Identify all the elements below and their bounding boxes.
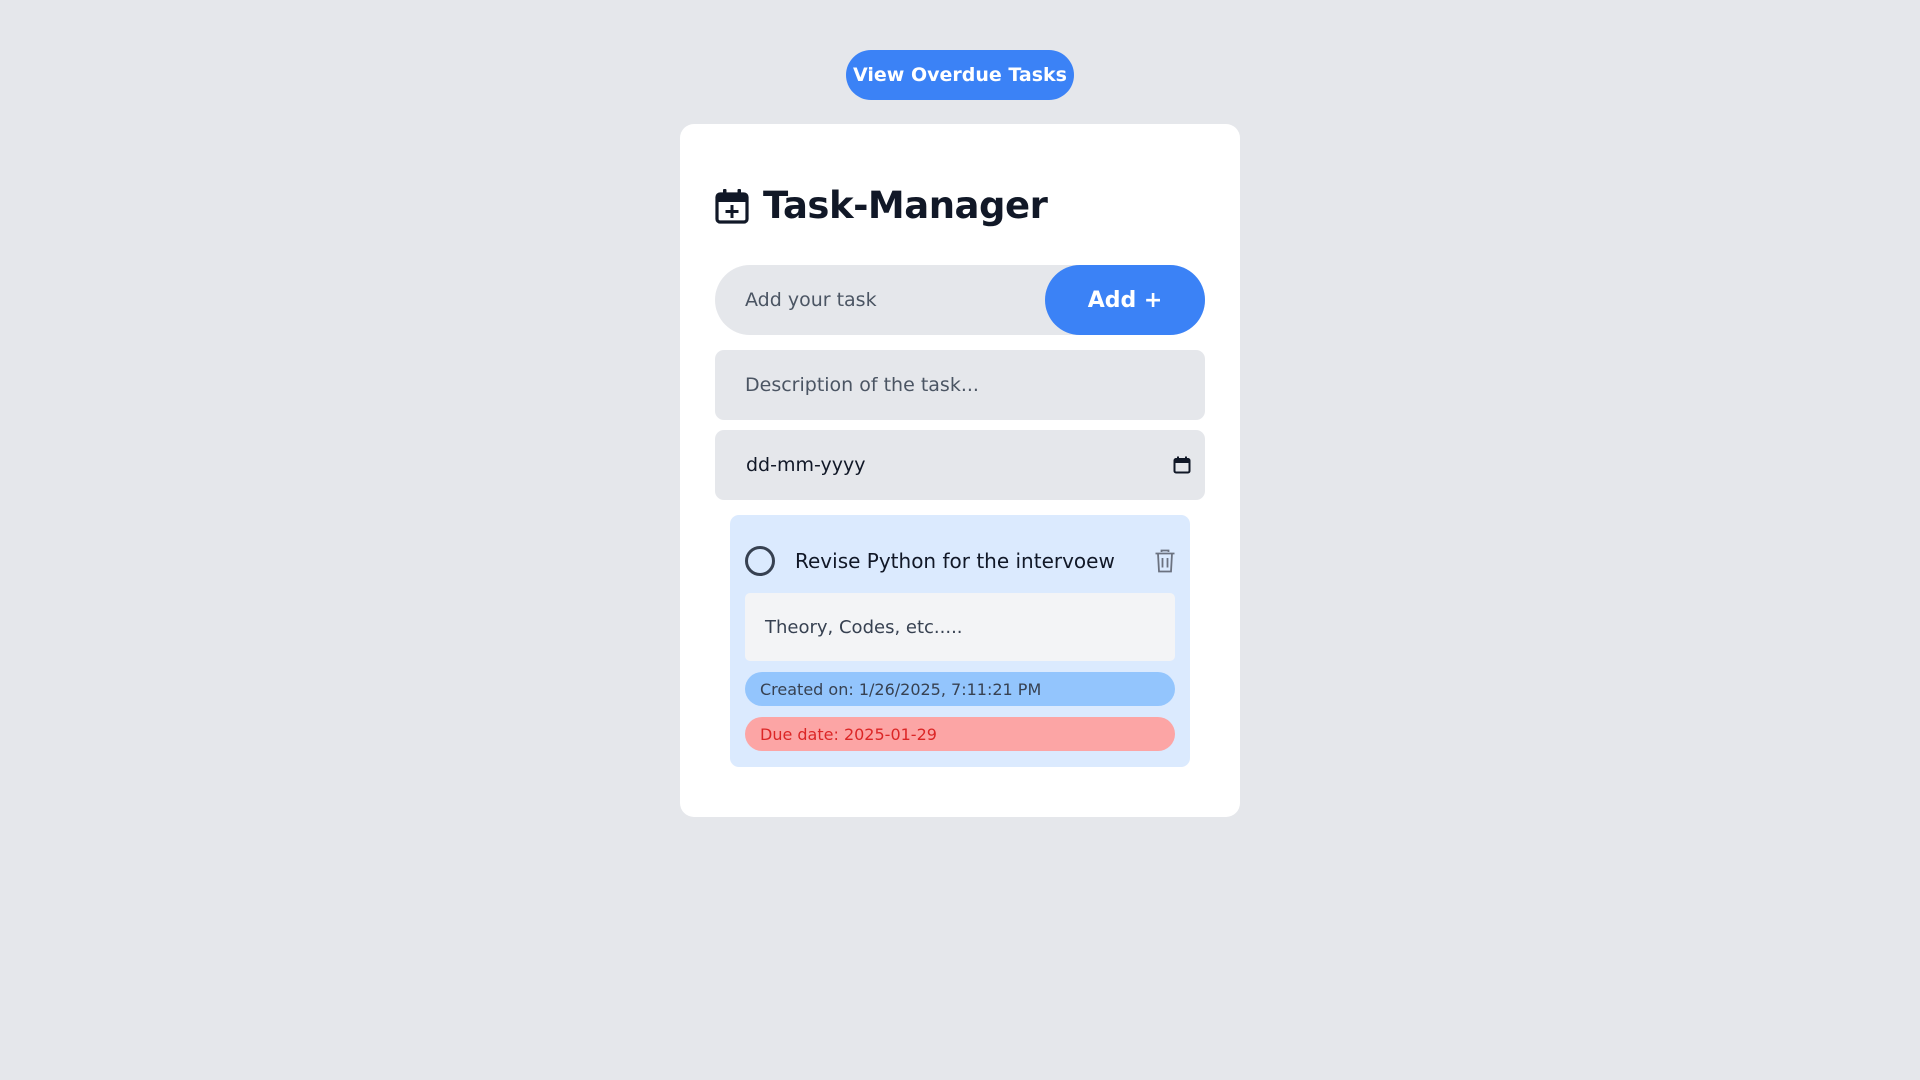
due-date-badge: Due date: 2025-01-29 (745, 717, 1175, 751)
trash-icon[interactable] (1154, 549, 1176, 573)
view-overdue-tasks-button[interactable]: View Overdue Tasks (846, 50, 1074, 100)
created-date-badge: Created on: 1/26/2025, 7:11:21 PM (745, 672, 1175, 706)
task-item: Revise Python for the intervoew Theory, … (730, 515, 1190, 767)
date-placeholder: dd-mm-yyyy (746, 454, 866, 476)
task-input[interactable] (715, 265, 1045, 335)
task-manager-card: Task-Manager Add + dd-mm-yyyy Revise Pyt… (680, 124, 1240, 817)
page-title: Task-Manager (763, 184, 1048, 227)
title-row: Task-Manager (715, 184, 1048, 227)
due-date-input[interactable]: dd-mm-yyyy (715, 430, 1205, 500)
calendar-plus-icon (715, 188, 749, 224)
calendar-icon[interactable] (1173, 456, 1191, 474)
task-input-row: Add + (715, 265, 1205, 335)
task-complete-checkbox[interactable] (745, 546, 775, 576)
task-description: Theory, Codes, etc..... (745, 593, 1175, 661)
description-input[interactable] (715, 350, 1205, 420)
task-title: Revise Python for the intervoew (795, 549, 1115, 573)
add-task-button[interactable]: Add + (1045, 265, 1205, 335)
